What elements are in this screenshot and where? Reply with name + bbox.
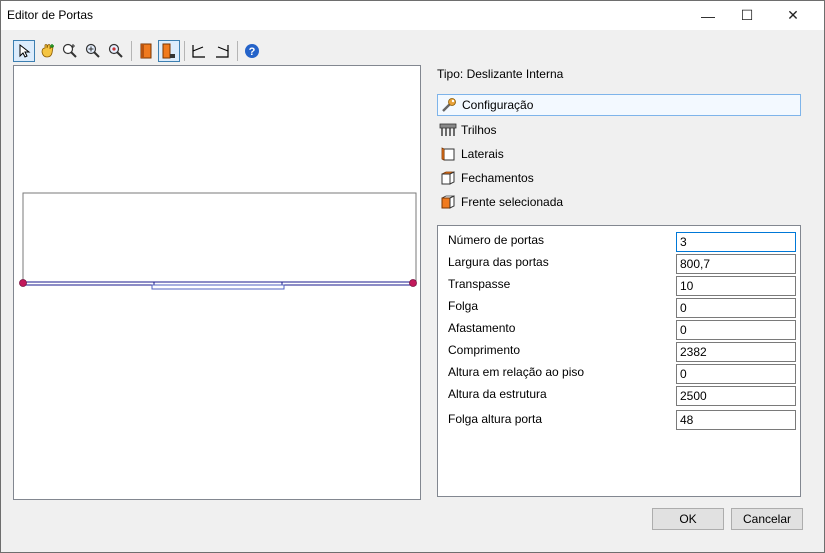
pan-icon[interactable] bbox=[36, 40, 58, 62]
altura-piso-input[interactable] bbox=[676, 364, 796, 384]
prop-label-folga-altura-porta: Folga altura porta bbox=[448, 412, 543, 426]
zoom-window-icon[interactable] bbox=[59, 40, 81, 62]
section-label: Configuração bbox=[462, 98, 534, 112]
transpasse-input[interactable] bbox=[676, 276, 796, 296]
help-icon[interactable]: ? bbox=[241, 40, 263, 62]
door-drawing bbox=[19, 192, 417, 290]
section-label: Frente selecionada bbox=[461, 195, 564, 209]
view-right-icon[interactable] bbox=[211, 40, 233, 62]
section-frente-selecionada[interactable]: Frente selecionada bbox=[437, 191, 801, 213]
prop-label-comprimento: Comprimento bbox=[448, 343, 521, 357]
closures-icon bbox=[439, 169, 457, 187]
section-configuracao[interactable]: Configuração bbox=[437, 94, 801, 116]
prop-label-folga: Folga bbox=[448, 299, 479, 313]
door-side-icon[interactable] bbox=[158, 40, 180, 62]
rails-icon bbox=[439, 121, 457, 139]
window-title: Editor de Portas bbox=[7, 8, 94, 22]
maximize-button[interactable]: ☐ bbox=[730, 1, 764, 30]
section-fechamentos[interactable]: Fechamentos bbox=[437, 167, 801, 189]
door-panel-middle bbox=[151, 284, 285, 290]
svg-text:?: ? bbox=[249, 46, 256, 58]
cabinet-outline bbox=[22, 192, 417, 286]
toolbar-separator bbox=[237, 41, 238, 61]
properties-panel: Número de portas Largura das portas Tran… bbox=[437, 225, 801, 497]
afastamento-input[interactable] bbox=[676, 320, 796, 340]
door-marker-right bbox=[409, 279, 417, 287]
largura-portas-input[interactable] bbox=[676, 254, 796, 274]
door-marker-left bbox=[19, 279, 27, 287]
folga-altura-porta-input[interactable] bbox=[676, 410, 796, 430]
ok-button[interactable]: OK bbox=[652, 508, 724, 530]
section-label: Laterais bbox=[461, 147, 504, 161]
section-trilhos[interactable]: Trilhos bbox=[437, 119, 801, 141]
prop-label-afastamento: Afastamento bbox=[448, 321, 516, 335]
section-label: Trilhos bbox=[461, 123, 497, 137]
altura-estrutura-input[interactable] bbox=[676, 386, 796, 406]
close-button[interactable]: ✕ bbox=[776, 1, 810, 30]
prop-label-altura-piso: Altura em relação ao piso bbox=[448, 365, 585, 379]
folga-input[interactable] bbox=[676, 298, 796, 318]
prop-label-altura-estrutura: Altura da estrutura bbox=[448, 387, 547, 401]
zoom-out-icon[interactable] bbox=[105, 40, 127, 62]
toolbar: ? bbox=[13, 38, 264, 64]
prop-label-largura-portas: Largura das portas bbox=[448, 255, 549, 269]
minimize-button[interactable]: — bbox=[691, 1, 725, 30]
toolbar-separator bbox=[131, 41, 132, 61]
title-bar: Editor de Portas — ☐ ✕ bbox=[1, 1, 824, 30]
cancel-button[interactable]: Cancelar bbox=[731, 508, 803, 530]
door-panel-left bbox=[23, 281, 155, 286]
numero-portas-input[interactable] bbox=[676, 232, 796, 252]
selected-front-icon bbox=[439, 193, 457, 211]
door-preview-canvas[interactable] bbox=[13, 65, 421, 500]
editor-window: Editor de Portas — ☐ ✕ ? Tipo: Deslizant… bbox=[0, 0, 825, 553]
door-panel-right bbox=[281, 281, 414, 286]
zoom-in-icon[interactable] bbox=[82, 40, 104, 62]
section-label: Fechamentos bbox=[461, 171, 534, 185]
prop-label-transpasse: Transpasse bbox=[448, 277, 511, 291]
section-laterais[interactable]: Laterais bbox=[437, 143, 801, 165]
door-type-label: Tipo: Deslizante Interna bbox=[437, 67, 564, 81]
wrench-icon bbox=[440, 96, 458, 114]
view-left-icon[interactable] bbox=[188, 40, 210, 62]
comprimento-input[interactable] bbox=[676, 342, 796, 362]
pointer-icon[interactable] bbox=[13, 40, 35, 62]
prop-label-numero-portas: Número de portas bbox=[448, 233, 545, 247]
toolbar-separator bbox=[184, 41, 185, 61]
door-front-icon[interactable] bbox=[135, 40, 157, 62]
laterals-icon bbox=[439, 145, 457, 163]
